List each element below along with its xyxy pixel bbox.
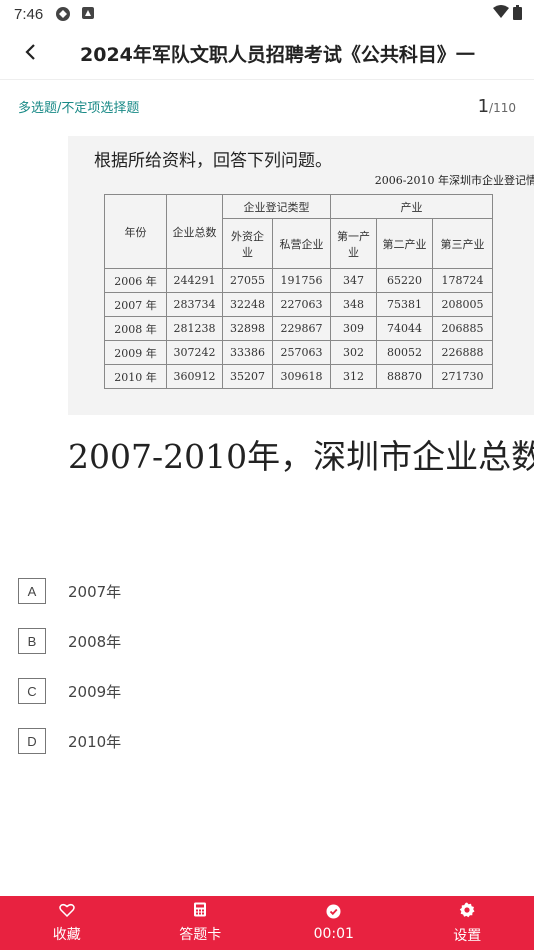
gear-icon — [459, 902, 475, 925]
chevron-left-icon — [24, 43, 36, 65]
tab-answer-card[interactable]: 答题卡 — [134, 896, 268, 950]
table-row: 2009 年 307242 33386 257063 302 80052 226… — [104, 340, 493, 365]
page-title: 2024年军队文职人员招聘考试《公共科目》一 — [80, 44, 475, 66]
table-cell: 27055 — [222, 268, 273, 293]
table-cell: 2008 年 — [104, 316, 167, 341]
question-meta: 多选题/不定项选择题 1/110 — [0, 92, 534, 120]
calculator-icon — [193, 902, 207, 924]
table-header-industry: 产业 — [330, 194, 493, 219]
tab-answer-card-label: 答题卡 — [179, 927, 222, 943]
table-cell: 88870 — [376, 364, 433, 389]
option-text: 2009年 — [68, 682, 122, 701]
question-text: 2007-2010年，深圳市企业总数 — [68, 437, 534, 476]
table-cell: 191756 — [272, 268, 331, 293]
table-cell: 312 — [330, 364, 377, 389]
clock-icon — [326, 904, 341, 926]
question-type-label: 多选题/不定项选择题 — [18, 100, 140, 116]
table-cell: 302 — [330, 340, 377, 365]
notification-icon — [81, 6, 97, 22]
option-a[interactable]: A 2007年 — [18, 566, 518, 616]
table-subheader: 外资企业 — [222, 218, 273, 269]
options-list: A 2007年 B 2008年 C 2009年 D 2010年 — [18, 566, 518, 766]
table-row: 2008 年 281238 32898 229867 309 74044 206… — [104, 316, 493, 341]
option-b[interactable]: B 2008年 — [18, 616, 518, 666]
table-cell: 2009 年 — [104, 340, 167, 365]
table-header-total: 企业总数 — [166, 194, 223, 269]
table-cell: 347 — [330, 268, 377, 293]
table-cell: 2006 年 — [104, 268, 167, 293]
current-question-number: 1 — [477, 95, 490, 117]
tab-favorite[interactable]: 收藏 — [0, 896, 134, 950]
material-lead-text: 根据所给资料，回答下列问题。 — [94, 151, 332, 171]
table-subheader: 私营企业 — [272, 218, 331, 269]
option-d[interactable]: D 2010年 — [18, 716, 518, 766]
tab-settings-label: 设置 — [453, 927, 482, 944]
status-time: 7:46 — [14, 5, 44, 23]
status-bar: 7:46 — [0, 0, 534, 28]
table-cell: 227063 — [272, 292, 331, 317]
back-button[interactable] — [0, 28, 60, 80]
tab-timer[interactable]: 00:01 — [267, 896, 401, 950]
table-subheader: 第一产业 — [330, 218, 377, 269]
table-row: 2006 年 244291 27055 191756 347 65220 178… — [104, 268, 493, 293]
option-c[interactable]: C 2009年 — [18, 666, 518, 716]
table-cell: 206885 — [432, 316, 493, 341]
tab-settings[interactable]: 设置 — [401, 896, 534, 950]
timer-value: 00:01 — [313, 926, 354, 942]
table-cell: 2007 年 — [104, 292, 167, 317]
table-cell: 35207 — [222, 364, 273, 389]
option-letter: B — [18, 628, 46, 654]
table-cell: 178724 — [432, 268, 493, 293]
option-letter: A — [18, 578, 46, 604]
table-subheader: 第三产业 — [432, 218, 493, 269]
material-table-title: 2006-2010 年深圳市企业登记情况 — [374, 174, 534, 187]
table-row: 2007 年 283734 32248 227063 348 75381 208… — [104, 292, 493, 317]
table-cell: 74044 — [376, 316, 433, 341]
vpn-icon — [55, 6, 71, 22]
table-header-reg-type: 企业登记类型 — [222, 194, 331, 219]
table-cell: 208005 — [432, 292, 493, 317]
table-header-year: 年份 — [104, 194, 167, 269]
heart-icon — [59, 903, 75, 924]
table-cell: 309618 — [272, 364, 331, 389]
tab-favorite-label: 收藏 — [52, 926, 81, 943]
table-cell: 32248 — [222, 292, 273, 317]
question-progress: 1/110 — [478, 96, 516, 117]
wifi-icon — [493, 5, 509, 23]
total-question-count: /110 — [489, 100, 516, 115]
table-cell: 348 — [330, 292, 377, 317]
table-cell: 309 — [330, 316, 377, 341]
bottom-tabbar: 收藏 答题卡 00:01 设置 — [0, 896, 534, 950]
material-table: 年份 企业总数 企业登记类型 产业 外资企业 私营企业 第一产业 第二产业 第三… — [104, 194, 493, 389]
table-cell: 32898 — [222, 316, 273, 341]
table-cell: 65220 — [376, 268, 433, 293]
table-row: 2010 年 360912 35207 309618 312 88870 271… — [104, 364, 493, 389]
table-cell: 80052 — [376, 340, 433, 365]
option-letter: D — [18, 728, 46, 754]
table-cell: 229867 — [272, 316, 331, 341]
table-subheader: 第二产业 — [376, 218, 433, 269]
option-text: 2007年 — [68, 582, 122, 601]
app-header: 2024年军队文职人员招聘考试《公共科目》一 — [0, 28, 534, 80]
option-letter: C — [18, 678, 46, 704]
battery-icon — [513, 4, 522, 24]
table-cell: 226888 — [432, 340, 493, 365]
option-text: 2010年 — [68, 732, 122, 751]
table-cell: 75381 — [376, 292, 433, 317]
table-cell: 360912 — [166, 364, 223, 389]
table-cell: 2010 年 — [104, 364, 167, 389]
table-cell: 281238 — [166, 316, 223, 341]
table-cell: 33386 — [222, 340, 273, 365]
question-material-image: 根据所给资料，回答下列问题。 2006-2010 年深圳市企业登记情况 年份 企… — [68, 136, 534, 415]
table-cell: 283734 — [166, 292, 223, 317]
table-cell: 257063 — [272, 340, 331, 365]
table-cell: 271730 — [432, 364, 493, 389]
table-cell: 307242 — [166, 340, 223, 365]
table-cell: 244291 — [166, 268, 223, 293]
option-text: 2008年 — [68, 632, 122, 651]
